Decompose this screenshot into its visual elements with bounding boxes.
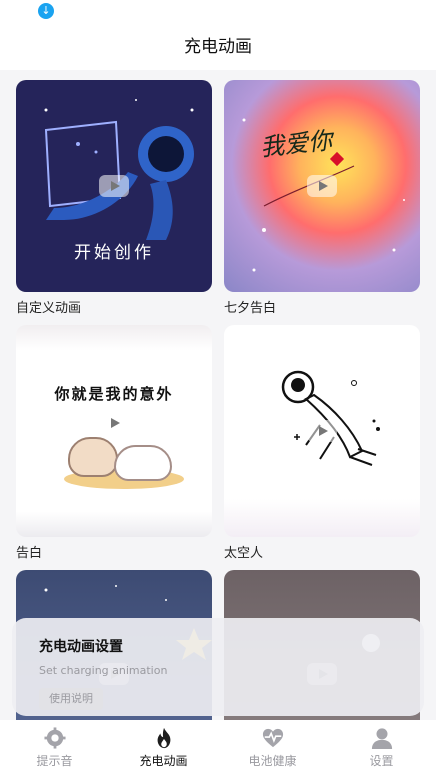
play-icon	[307, 420, 337, 442]
status-bar: ↓	[0, 0, 436, 24]
animation-card-confession[interactable]: 你就是我的意外 告白	[16, 325, 212, 561]
cat-illustration	[114, 445, 172, 481]
animation-card-custom[interactable]: 开始创作 自定义动画	[16, 80, 212, 316]
custom-animation-thumbnail[interactable]: 开始创作	[16, 80, 212, 292]
love-you-text: 我爱你	[258, 126, 334, 162]
tab-settings[interactable]: 设置	[327, 720, 436, 775]
play-icon	[99, 412, 129, 434]
play-icon	[99, 175, 129, 197]
usage-guide-button[interactable]: 使用说明	[39, 688, 103, 710]
heartbeat-icon	[262, 728, 283, 748]
card-label: 七夕告白	[224, 301, 277, 316]
settings-title: 充电动画设置	[39, 639, 123, 655]
page-title: 充电动画	[184, 37, 252, 57]
gear-icon	[43, 727, 66, 749]
animation-card-qixi[interactable]: 我爱你 七夕告白	[224, 80, 420, 316]
card-label: 太空人	[224, 546, 264, 561]
user-icon	[371, 728, 392, 749]
confession-text: 你就是我的意外	[54, 385, 174, 403]
card-label: 自定义动画	[16, 301, 82, 316]
play-icon	[307, 175, 337, 197]
tab-label: 设置	[369, 754, 394, 768]
download-icon: ↓	[38, 3, 54, 19]
animation-card-astronaut[interactable]: 太空人	[224, 325, 420, 561]
settings-subtitle: Set charging animation	[39, 664, 168, 677]
tab-label: 提示音	[36, 754, 73, 768]
tab-charging-animation[interactable]: 充电动画	[109, 720, 218, 775]
tab-label: 电池健康	[248, 754, 297, 768]
app: ↓ 充电动画 开始创作 自定义动画 我爱你 七夕告白 你就是我的意外 告白 太空…	[0, 0, 436, 775]
tab-label: 充电动画	[139, 754, 188, 768]
flame-icon	[157, 727, 170, 749]
astronaut-animation-thumbnail[interactable]	[224, 325, 420, 537]
bottom-tab-bar: 提示音 充电动画 电池健康 设置	[0, 720, 436, 775]
tab-ringtone[interactable]: 提示音	[0, 720, 109, 775]
qixi-animation-thumbnail[interactable]: 我爱你	[224, 80, 420, 292]
charging-animation-settings-panel[interactable]: 充电动画设置 Set charging animation 使用说明	[12, 618, 424, 716]
create-start-text: 开始创作	[74, 243, 154, 263]
cat-illustration	[68, 437, 118, 477]
tab-battery-health[interactable]: 电池健康	[218, 720, 327, 775]
confession-animation-thumbnail[interactable]: 你就是我的意外	[16, 325, 212, 537]
header: 充电动画	[0, 24, 436, 70]
card-label: 告白	[16, 546, 43, 561]
